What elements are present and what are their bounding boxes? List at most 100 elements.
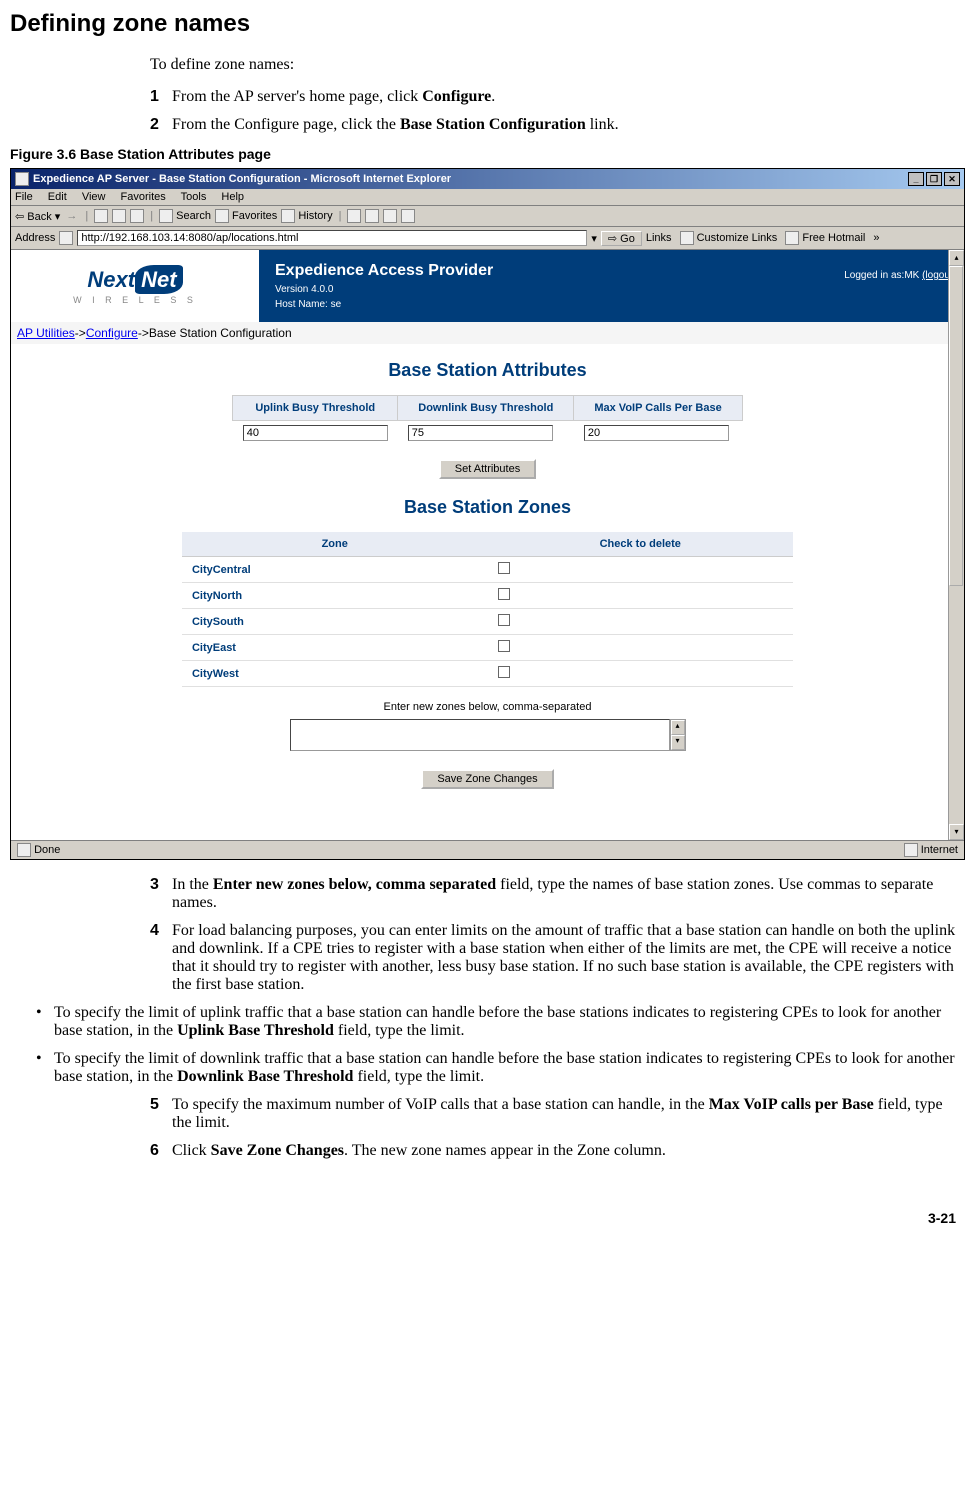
new-zones-textarea[interactable] (290, 719, 670, 751)
menu-file[interactable]: File (15, 191, 33, 203)
scroll-down-icon[interactable]: ▾ (949, 824, 964, 840)
step-number: 1 (150, 88, 172, 106)
discuss-icon[interactable] (401, 209, 415, 223)
login-info: Logged in as:MK (logout) (844, 270, 956, 281)
back-button[interactable]: ⇦ Back ▾ (15, 210, 60, 223)
scroll-up-icon[interactable]: ▴ (949, 250, 964, 266)
history-button[interactable]: History (281, 209, 332, 223)
table-row: CityWest (182, 661, 793, 687)
statusbar: Done Internet (11, 840, 964, 859)
zones-table: Zone Check to delete CityCentral CityNor… (182, 532, 793, 687)
menu-help[interactable]: Help (221, 191, 244, 203)
minimize-button[interactable]: _ (908, 172, 924, 186)
addressbar: Address http://192.168.103.14:8080/ap/lo… (11, 227, 964, 250)
textarea-scrollbar[interactable]: ▴▾ (670, 719, 686, 751)
edit-icon[interactable] (383, 209, 397, 223)
bullet-text: To specify the limit of uplink traffic t… (54, 1004, 956, 1040)
table-row: CityEast (182, 635, 793, 661)
step-text: For load balancing purposes, you can ent… (172, 922, 956, 994)
bold-text: Max VoIP calls per Base (709, 1096, 874, 1113)
address-input[interactable]: http://192.168.103.14:8080/ap/locations.… (77, 230, 587, 246)
bullet-2: • To specify the limit of downlink traff… (36, 1050, 956, 1086)
col-check-delete: Check to delete (488, 532, 794, 557)
zone-name: CityEast (182, 635, 488, 661)
delete-checkbox[interactable] (498, 666, 510, 678)
bullet-mark: • (36, 1004, 54, 1040)
go-button[interactable]: ⇨ Go (601, 231, 642, 246)
delete-checkbox[interactable] (498, 588, 510, 600)
step-2: 2 From the Configure page, click the Bas… (150, 116, 956, 134)
links-more[interactable]: » (873, 232, 879, 244)
ie-icon (15, 172, 29, 186)
window-titlebar: Expedience AP Server - Base Station Conf… (11, 169, 964, 189)
col-uplink-threshold: Uplink Busy Threshold (233, 396, 398, 421)
close-button[interactable]: ✕ (944, 172, 960, 186)
search-button[interactable]: Search (159, 209, 211, 223)
address-dropdown[interactable]: ▾ (591, 232, 597, 245)
save-zone-changes-button[interactable]: Save Zone Changes (421, 769, 553, 789)
maximize-button[interactable]: ❐ (926, 172, 942, 186)
login-user: MK (904, 270, 919, 281)
step-number: 4 (150, 922, 172, 994)
step-text: Click Save Zone Changes. The new zone na… (172, 1142, 956, 1160)
step-text: To specify the maximum number of VoIP ca… (172, 1096, 956, 1132)
print-icon[interactable] (365, 209, 379, 223)
delete-checkbox[interactable] (498, 614, 510, 626)
link-customize[interactable]: Customize Links (680, 231, 778, 245)
stop-icon[interactable] (94, 209, 108, 223)
text: . The new zone names appear in the Zone … (344, 1142, 666, 1159)
mail-icon[interactable] (347, 209, 361, 223)
step-4: 4 For load balancing purposes, you can e… (150, 922, 956, 994)
home-icon[interactable] (130, 209, 144, 223)
favorites-button[interactable]: Favorites (215, 209, 277, 223)
breadcrumb: AP Utilities->Configure->Base Station Co… (11, 322, 964, 344)
step-number: 3 (150, 876, 172, 912)
menu-view[interactable]: View (82, 191, 106, 203)
col-max-voip: Max VoIP Calls Per Base (574, 396, 742, 421)
history-icon (281, 209, 295, 223)
bold-text: Base Station Configuration (400, 116, 586, 133)
downlink-threshold-input[interactable]: 75 (408, 425, 553, 441)
banner-host: Host Name: se (275, 299, 948, 310)
internet-icon (904, 843, 918, 857)
attributes-table: Uplink Busy Threshold Downlink Busy Thre… (232, 395, 742, 445)
col-downlink-threshold: Downlink Busy Threshold (398, 396, 574, 421)
bold-text: Enter new zones below, comma separated (213, 876, 496, 893)
scroll-thumb[interactable] (949, 266, 963, 586)
set-attributes-button[interactable]: Set Attributes (439, 459, 536, 479)
delete-checkbox[interactable] (498, 562, 510, 574)
refresh-icon[interactable] (112, 209, 126, 223)
logo-text-b: Net (135, 265, 182, 294)
menu-favorites[interactable]: Favorites (121, 191, 166, 203)
text: From the AP server's home page, click (172, 88, 422, 105)
banner-version: Version 4.0.0 (275, 284, 948, 295)
step-number: 5 (150, 1096, 172, 1132)
figure-caption: Figure 3.6 Base Station Attributes page (10, 146, 956, 162)
step-text: In the Enter new zones below, comma sepa… (172, 876, 956, 912)
status-right: Internet (904, 843, 958, 857)
uplink-threshold-input[interactable]: 40 (243, 425, 388, 441)
breadcrumb-ap-utilities[interactable]: AP Utilities (17, 326, 75, 340)
status-left: Done (17, 843, 60, 857)
text: Click (172, 1142, 211, 1159)
delete-checkbox[interactable] (498, 640, 510, 652)
menu-edit[interactable]: Edit (48, 191, 67, 203)
page-number: 3-21 (10, 1210, 956, 1226)
bold-text: Downlink Base Threshold (177, 1068, 353, 1085)
links-label: Links (646, 232, 672, 244)
step-3: 3 In the Enter new zones below, comma se… (150, 876, 956, 912)
step-6: 6 Click Save Zone Changes. The new zone … (150, 1142, 956, 1160)
bold-text: Save Zone Changes (211, 1142, 344, 1159)
link-hotmail[interactable]: Free Hotmail (785, 231, 865, 245)
vertical-scrollbar[interactable]: ▴ ▾ (948, 250, 964, 840)
table-row: CityCentral (182, 557, 793, 583)
breadcrumb-configure[interactable]: Configure (86, 326, 138, 340)
section-base-station-attributes: Base Station Attributes (51, 360, 924, 381)
page-icon (17, 843, 31, 857)
text: field, type the limit. (353, 1068, 484, 1085)
app-header: NextNet W I R E L E S S Expedience Acces… (11, 250, 964, 322)
menu-tools[interactable]: Tools (181, 191, 207, 203)
max-voip-input[interactable]: 20 (584, 425, 729, 441)
step-number: 2 (150, 116, 172, 134)
screenshot-browser-window: Expedience AP Server - Base Station Conf… (10, 168, 965, 860)
